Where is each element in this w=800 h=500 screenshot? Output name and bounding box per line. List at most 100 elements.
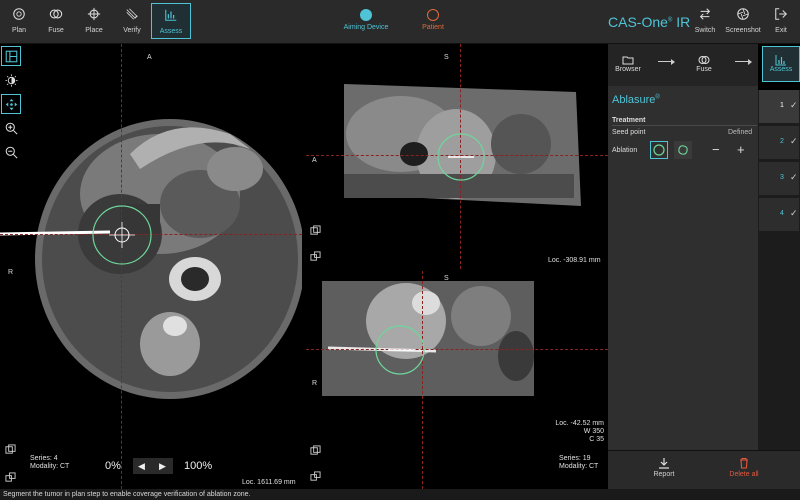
opacity-stepper: ◀ ▶ — [133, 458, 173, 474]
exit-button[interactable]: Exit — [762, 3, 800, 39]
axial-modality: Modality: CT — [30, 463, 70, 470]
zoom-out-ablation-icon[interactable]: − — [712, 142, 720, 157]
freeform-ablation-button[interactable] — [674, 141, 692, 159]
opacity-increase-icon[interactable]: ▶ — [159, 461, 166, 472]
camera-aperture-icon — [737, 8, 749, 20]
seed-point-label: Seed point — [612, 129, 646, 136]
place-tool-button[interactable]: Place — [75, 3, 113, 39]
axial-copy-button[interactable] — [3, 442, 17, 456]
axial-series-info: Series: 4 Modality: CT — [30, 455, 69, 471]
coronal-layers-button[interactable] — [308, 469, 322, 483]
fuse-tool-button[interactable]: Fuse — [37, 3, 75, 39]
check-icon: ✓ — [790, 208, 798, 218]
opacity-min: 0% — [105, 460, 121, 472]
coronal-series-info: Series: 19 Modality: CT — [559, 455, 598, 471]
axial-location: Loc. 1611.69 mm — [242, 479, 296, 486]
layers-icon — [309, 250, 321, 261]
ablation-slot[interactable]: 4 ✓ — [759, 198, 799, 231]
ablation-slot[interactable]: 2 ✓ — [759, 126, 799, 159]
plan-tool-button[interactable]: Plan — [0, 3, 38, 39]
report-button[interactable]: Report — [646, 457, 682, 478]
plugin-mark: ® — [655, 94, 660, 101]
copy-icon — [4, 443, 16, 454]
step-arrow-icon — [658, 59, 675, 65]
sphere-ablation-button[interactable] — [650, 141, 668, 159]
axial-view[interactable]: A R Series: 4 Modality: CT 0% ◀ ▶ 100% L… — [0, 44, 302, 489]
axial-sagittal-guide — [121, 44, 122, 489]
axial-ablation-zone — [92, 205, 152, 265]
fuse-icon — [49, 9, 63, 19]
report-label: Report — [653, 471, 675, 478]
copy-icon — [309, 224, 321, 235]
status-bar: Segment the tumor in plan step to enable… — [0, 489, 800, 500]
screenshot-label: Screenshot — [725, 27, 761, 34]
panel-actions: Report Delete all — [608, 450, 800, 490]
sagittal-view[interactable]: S A Loc. -308.91 mm — [306, 44, 608, 269]
fuse-step-button[interactable]: Fuse — [686, 47, 722, 81]
fuse-icon — [698, 56, 710, 64]
zoom-in-ablation-icon[interactable]: + — [737, 142, 745, 157]
coronal-vertical-guide — [422, 271, 423, 489]
coronal-window: W 350 — [583, 428, 604, 435]
sagittal-ablation-zone — [437, 133, 485, 181]
assess-step-label: Assess — [769, 66, 793, 73]
delete-all-button[interactable]: Delete all — [724, 457, 764, 478]
ablation-slots: 1 ✓ 2 ✓ 3 ✓ 4 ✓ — [758, 90, 800, 450]
coronal-modality: Modality: CT — [559, 463, 599, 470]
assess-icon — [165, 9, 177, 21]
coronal-view[interactable]: S R Loc. -42.52 mm W 350 C 35 Series: 19… — [306, 271, 608, 489]
coronal-copy-button[interactable] — [308, 443, 322, 457]
verify-icon — [126, 8, 138, 20]
top-toolbar: Plan Fuse Place Verify Assess Aiming Dev… — [0, 0, 800, 44]
aiming-device-status[interactable]: Aiming Device — [343, 9, 389, 31]
browser-step-button[interactable]: Browser — [610, 47, 646, 81]
ablation-slot[interactable]: 3 ✓ — [759, 162, 799, 195]
download-icon — [659, 458, 669, 469]
opacity-max: 100% — [184, 460, 213, 472]
axial-ct-image — [0, 119, 302, 399]
sagittal-left-label: A — [312, 157, 317, 164]
switch-icon — [699, 8, 711, 20]
folder-icon — [622, 56, 634, 65]
fuse-step-label: Fuse — [696, 66, 712, 73]
freeform-shape-icon — [678, 145, 688, 155]
assess-panel: Browser Fuse Ablasure® Treatment Seed po… — [608, 44, 758, 489]
ablation-slot[interactable]: 1 ✓ — [759, 90, 799, 123]
sagittal-layers-button[interactable] — [308, 249, 322, 263]
sagittal-copy-button[interactable] — [308, 223, 322, 237]
section-divider — [612, 125, 757, 126]
coronal-ablation-zone — [375, 325, 425, 375]
crosshair-icon — [87, 7, 101, 21]
assess-step-button[interactable]: Assess — [762, 46, 800, 82]
place-label: Place — [85, 27, 103, 34]
sagittal-top-label: S — [444, 54, 449, 61]
seed-point-status: Defined — [728, 129, 753, 136]
coronal-window-info: Loc. -42.52 mm W 350 C 35 — [551, 420, 604, 444]
coronal-series: Series: 19 — [559, 455, 591, 462]
plan-icon — [13, 8, 25, 20]
assess-tool-button[interactable]: Assess — [151, 3, 191, 39]
slot-number: 2 — [780, 138, 784, 145]
plugin-title: Ablasure® — [612, 94, 660, 106]
coronal-top-label: S — [444, 275, 449, 282]
fuse-label: Fuse — [48, 27, 64, 34]
assess-icon — [775, 55, 786, 66]
aiming-device-dot — [360, 9, 372, 21]
trash-icon — [740, 457, 748, 469]
switch-label: Switch — [694, 27, 716, 34]
brand-name: CAS-One — [608, 14, 668, 30]
slot-number: 4 — [780, 210, 784, 217]
circle-shape-icon — [653, 144, 665, 156]
opacity-decrease-icon[interactable]: ◀ — [138, 461, 145, 472]
workflow-steps: Browser Fuse — [608, 44, 758, 86]
switch-button[interactable]: Switch — [686, 3, 724, 39]
treatment-heading: Treatment — [612, 117, 646, 124]
patient-status[interactable]: Patient — [413, 9, 453, 31]
check-icon: ✓ — [790, 100, 798, 110]
verify-tool-button[interactable]: Verify — [113, 3, 151, 39]
screenshot-button[interactable]: Screenshot — [724, 3, 762, 39]
layers-icon — [309, 470, 321, 481]
axial-layers-button[interactable] — [3, 470, 17, 484]
assess-label: Assess — [159, 28, 183, 35]
axial-left-label: R — [8, 269, 14, 276]
